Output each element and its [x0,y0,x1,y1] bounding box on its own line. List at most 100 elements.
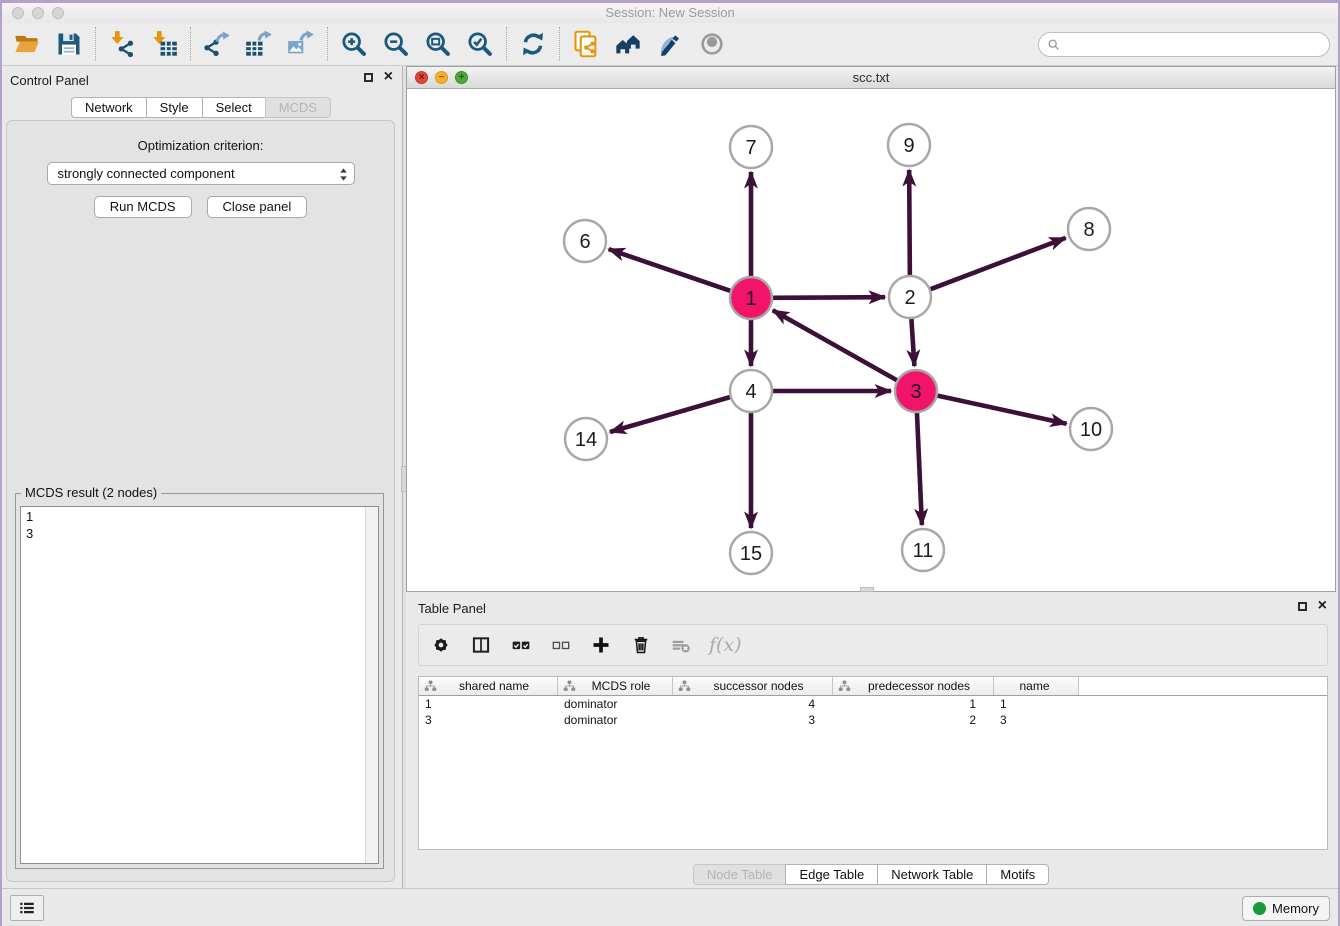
column-header-name[interactable]: name [994,677,1079,695]
node-15[interactable]: 15 [730,532,772,574]
close-window-button[interactable] [12,7,24,19]
import-network-icon [108,30,136,58]
optimization-criterion-select[interactable]: strongly connected component [47,162,355,185]
network-canvas[interactable]: 7 9 6 8 1 2 4 3 14 10 15 11 [407,89,1335,591]
open-session-button[interactable] [6,26,48,62]
show-hidden-button[interactable] [691,26,733,62]
cell-name: 1 [994,696,1079,712]
node-table: shared nameMCDS rolesuccessor nodesprede… [418,676,1328,850]
table-row-3[interactable]: 3dominator323 [419,712,1327,728]
trash-icon [631,635,651,655]
search-input[interactable] [1066,37,1321,52]
edge-2-9[interactable] [909,170,910,275]
zoom-window-button[interactable] [52,7,64,19]
network-minimize-button[interactable]: − [435,71,448,84]
table-header-row: shared nameMCDS rolesuccessor nodesprede… [419,677,1327,696]
node-14[interactable]: 14 [565,418,607,460]
tab-mcds[interactable]: MCDS [265,97,331,118]
edge-3-11[interactable] [917,413,922,525]
import-network-button[interactable] [101,26,143,62]
zoom-selected-button[interactable] [459,26,501,62]
tab-select[interactable]: Select [202,97,266,118]
tab-style[interactable]: Style [146,97,203,118]
table-mode-button[interactable] [429,633,453,657]
cell-shared-name: 1 [419,696,558,712]
tab-node-table[interactable]: Node Table [693,864,787,885]
network-maximize-button[interactable]: + [455,71,468,84]
close-panel-button[interactable]: Close panel [207,196,308,218]
control-panel-tabs: NetworkStyleSelectMCDS [0,97,402,118]
run-mcds-button[interactable]: Run MCDS [94,196,192,218]
network-close-button[interactable]: × [415,71,428,84]
zoom-out-button[interactable] [375,26,417,62]
search-field[interactable] [1038,32,1330,57]
node-10[interactable]: 10 [1070,408,1112,450]
deselect-all-button[interactable] [549,633,573,657]
import-table-button[interactable] [143,26,185,62]
edge-1-6[interactable] [609,249,731,291]
list-icon [18,899,36,917]
column-header-successor-nodes[interactable]: successor nodes [673,677,833,695]
node-1[interactable]: 1 [730,277,772,319]
export-network-button[interactable] [196,26,238,62]
add-column-button[interactable] [589,633,613,657]
minimize-window-button[interactable] [32,7,44,19]
chevron-up-down-icon [337,165,350,184]
network-window-titlebar[interactable]: × − + scc.txt [407,67,1335,89]
edge-4-14[interactable] [610,397,730,432]
tab-motifs[interactable]: Motifs [986,864,1049,885]
delete-table-button[interactable] [669,633,693,657]
close-panel-icon[interactable]: × [384,72,393,82]
node-6[interactable]: 6 [564,220,606,262]
node-8[interactable]: 8 [1068,208,1110,250]
zoom-in-button[interactable] [333,26,375,62]
cell-predecessor-nodes: 2 [833,712,994,728]
delete-columns-button[interactable] [629,633,653,657]
cell-mcds-role: dominator [558,696,673,712]
edge-1-2[interactable] [773,297,885,298]
edge-2-8[interactable] [931,238,1066,289]
export-image-button[interactable] [280,26,322,62]
result-scrollbar[interactable] [365,507,378,863]
edge-3-1[interactable] [773,310,897,380]
svg-text:10: 10 [1080,419,1102,441]
float-panel-icon[interactable] [1298,602,1307,611]
column-header-predecessor-nodes[interactable]: predecessor nodes [833,677,994,695]
tab-edge-table[interactable]: Edge Table [785,864,878,885]
node-9[interactable]: 9 [888,124,930,166]
column-header-shared-name[interactable]: shared name [419,677,558,695]
node-2[interactable]: 2 [889,276,931,318]
float-panel-icon[interactable] [364,73,373,82]
zoom-fit-button[interactable] [417,26,459,62]
node-3[interactable]: 3 [895,370,937,412]
style-brush-icon [656,30,684,58]
show-columns-button[interactable] [469,633,493,657]
node-11[interactable]: 11 [902,529,944,571]
close-panel-icon[interactable]: × [1318,601,1327,611]
save-session-button[interactable] [48,26,90,62]
tab-network[interactable]: Network [71,97,147,118]
apply-style-button[interactable] [649,26,691,62]
fx-icon: f(x) [709,634,742,656]
apply-layout-button[interactable] [512,26,554,62]
clone-network-button[interactable] [565,26,607,62]
node-7[interactable]: 7 [730,126,772,168]
memory-button[interactable]: Memory [1242,896,1330,921]
function-builder-button[interactable]: f(x) [709,633,742,657]
edge-3-10[interactable] [937,396,1066,424]
tab-network-table[interactable]: Network Table [877,864,987,885]
task-history-button[interactable] [10,895,44,921]
table-row-1[interactable]: 1dominator411 [419,696,1327,712]
network-resize-grip[interactable] [860,587,874,592]
tree-column-icon [678,680,691,692]
toolbar-separator [506,27,507,61]
show-networks-button[interactable] [607,26,649,62]
node-4[interactable]: 4 [730,370,772,412]
column-header-mcds-role[interactable]: MCDS role [558,677,673,695]
clone-network-icon [572,30,600,58]
toolbar-separator [190,27,191,61]
edge-2-3[interactable] [911,319,914,366]
export-table-button[interactable] [238,26,280,62]
select-all-button[interactable] [509,633,533,657]
mcds-result-text[interactable]: 1 3 [20,506,379,864]
